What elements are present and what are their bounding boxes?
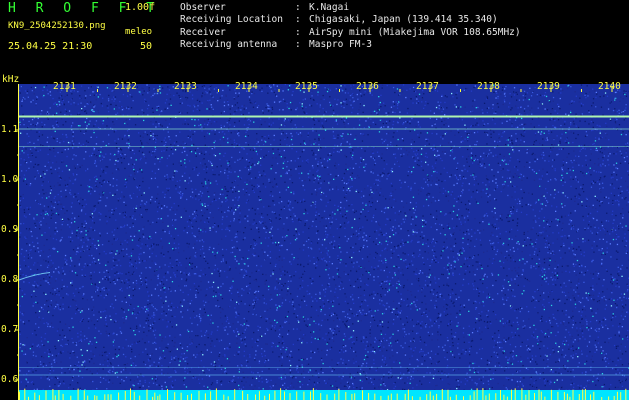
y-tick-label: 1.1 <box>1 124 19 135</box>
x-tick-label: 2134 <box>235 81 258 92</box>
info-label: Receiving Location <box>180 14 283 26</box>
info-row-antenna: Receiving antenna: Maspro FM-3 <box>180 38 372 50</box>
x-tick-label: 2138 <box>477 81 500 92</box>
x-tick-label: 2139 <box>537 81 560 92</box>
spectrogram-canvas <box>0 76 629 400</box>
info-value: Maspro FM-3 <box>309 38 372 50</box>
station-info: Observer: K.Nagai Receiving Location: Chig… <box>180 2 521 51</box>
info-label: Receiving antenna <box>180 38 278 50</box>
info-row-observer: Observer: K.Nagai <box>180 2 350 13</box>
y-tick-label: 0.6 <box>1 374 19 385</box>
version-label: 1.00f <box>125 2 156 13</box>
x-tick-label: 2131 <box>53 81 76 92</box>
x-tick-label: 2136 <box>356 81 379 92</box>
info-value: K.Nagai <box>309 2 350 13</box>
y-tick-label: 0.8 <box>1 274 19 285</box>
info-label: Observer <box>180 2 226 13</box>
y-tick-label: 0.9 <box>1 224 19 235</box>
info-row-location: Receiving Location: Chigasaki, Japan (139… <box>180 14 498 26</box>
info-value: Chigasaki, Japan (139.414 35.340) <box>309 14 498 26</box>
spectrogram-display <box>0 76 629 400</box>
x-tick-label: 2140 <box>598 81 621 92</box>
x-tick-label: 2135 <box>295 81 318 92</box>
header-panel: H R O F F T 1.00f KN9_2504252130.png mel… <box>0 0 629 76</box>
x-tick-label: 2132 <box>114 81 137 92</box>
meleo-value: 50 <box>140 41 153 52</box>
x-tick-label: 2137 <box>416 81 439 92</box>
x-tick-label: 2133 <box>174 81 197 92</box>
y-tick-label: 0.7 <box>1 324 19 335</box>
y-axis-unit: kHz <box>2 74 20 85</box>
info-label: Receiver <box>180 26 226 38</box>
info-value: AirSpy mini (Miakejima VOR 108.65MHz) <box>309 26 521 38</box>
info-row-receiver: Receiver: AirSpy mini (Miakejima VOR 108.… <box>180 26 521 38</box>
datetime-label: 25.04.25 21:30 <box>8 41 93 52</box>
y-tick-label: 1.0 <box>1 174 19 185</box>
filename-label: KN9_2504252130.png <box>8 21 106 31</box>
meleo-label: meleo <box>125 27 153 37</box>
